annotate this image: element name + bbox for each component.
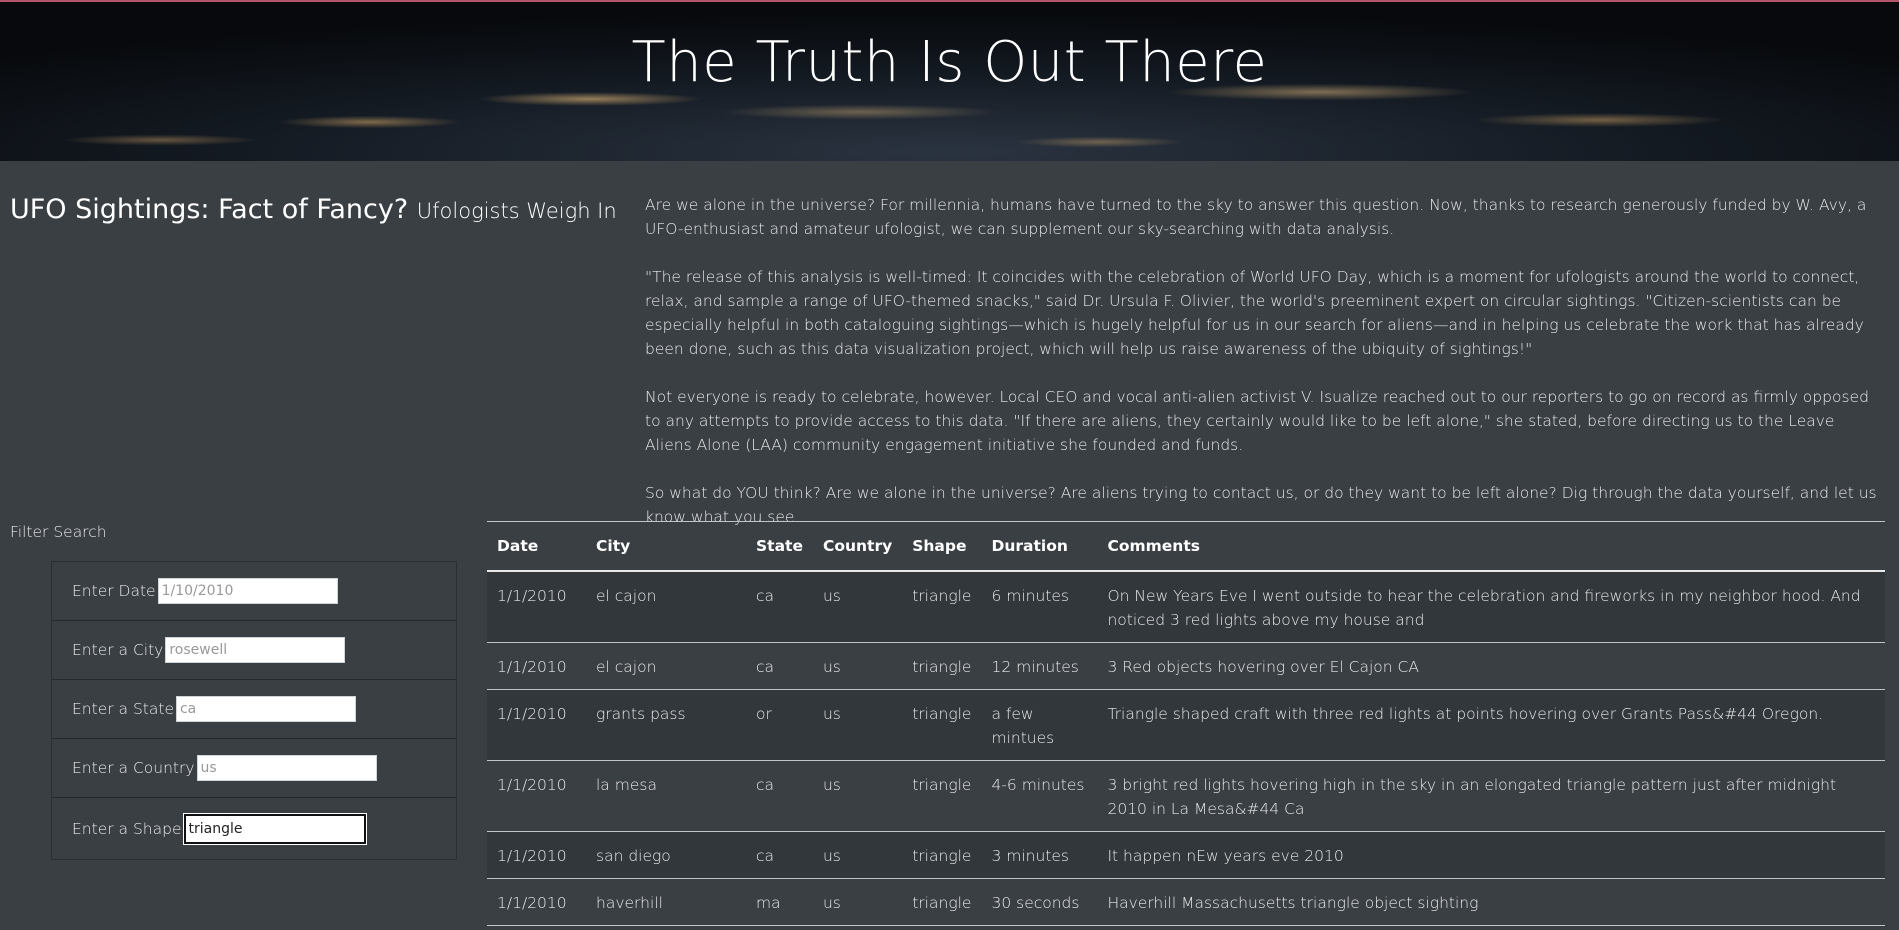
shape-label: Enter a Shape xyxy=(72,819,182,838)
cell-country: us xyxy=(812,571,903,643)
cell-duration: 4-6 minutes xyxy=(981,760,1098,832)
country-label: Enter a Country xyxy=(72,759,195,777)
filter-item-shape: Enter a Shape xyxy=(52,798,456,859)
cell-shape: triangle xyxy=(902,642,982,690)
date-input[interactable] xyxy=(157,578,338,604)
cell-state: ca xyxy=(746,571,813,643)
city-input[interactable] xyxy=(165,637,346,663)
cell-state: ca xyxy=(746,642,813,690)
cell-comments: Haverhill Massachusetts triangle object … xyxy=(1097,878,1885,926)
cell-comments: It happen nEw years eve 2010 xyxy=(1097,831,1885,879)
cell-duration: 12 minutes xyxy=(981,642,1098,690)
cell-comments: Triangle shaped craft with three red lig… xyxy=(1097,689,1885,761)
state-label: Enter a State xyxy=(72,700,174,718)
cell-comments: On New Years Eve I went outside to hear … xyxy=(1097,571,1885,643)
shape-input[interactable] xyxy=(183,813,366,844)
table-row: 1/1/2010 haverhill ma us triangle 30 sec… xyxy=(487,878,1885,926)
article-paragraph: Are we alone in the universe? For millen… xyxy=(645,196,1867,238)
cell-state: ma xyxy=(746,878,813,926)
cell-shape: triangle xyxy=(902,571,982,643)
country-input[interactable] xyxy=(196,755,377,781)
cell-state: ca xyxy=(746,831,813,879)
page-subtitle: Ufologists Weigh In xyxy=(416,199,617,223)
table-row: 1/1/2010 grants pass or us triangle a fe… xyxy=(487,689,1885,761)
cell-duration: 6 minutes xyxy=(981,571,1098,643)
hero-banner: The Truth Is Out There xyxy=(0,0,1899,161)
cell-duration: 30 seconds xyxy=(981,878,1098,926)
filter-item-city: Enter a City xyxy=(52,621,456,680)
cell-country: us xyxy=(812,642,903,690)
cell-country: us xyxy=(812,831,903,879)
table-row: 1/1/2010 el cajon ca us triangle 6 minut… xyxy=(487,571,1885,643)
page: The Truth Is Out There UFO Sightings: Fa… xyxy=(0,0,1899,930)
cell-date: 1/1/2010 xyxy=(487,689,586,761)
cell-state: or xyxy=(746,689,813,761)
cell-shape: triangle xyxy=(902,689,982,761)
column-header-country[interactable]: Country xyxy=(812,521,903,572)
filter-item-country: Enter a Country xyxy=(52,739,456,798)
cell-date: 1/1/2010 xyxy=(487,878,586,926)
cell-shape: triangle xyxy=(902,878,982,926)
filter-item-date: Enter Date xyxy=(52,562,456,621)
article-paragraph: "The release of this analysis is well-ti… xyxy=(645,268,1864,358)
article-paragraph: Not everyone is ready to celebrate, howe… xyxy=(645,388,1869,454)
city-label: Enter a City xyxy=(72,641,164,659)
cell-city: san diego xyxy=(586,831,746,879)
cell-duration: a few mintues xyxy=(981,689,1098,761)
cell-country: us xyxy=(812,878,903,926)
cell-shape: triangle xyxy=(902,831,982,879)
cell-country: us xyxy=(812,760,903,832)
cell-date: 1/1/2010 xyxy=(487,571,586,643)
cell-date: 1/1/2010 xyxy=(487,760,586,832)
cell-state: ca xyxy=(746,760,813,832)
hero-title: The Truth Is Out There xyxy=(631,30,1268,95)
article: Are we alone in the universe? For millen… xyxy=(645,193,1885,553)
column-header-date[interactable]: Date xyxy=(487,521,586,572)
cell-city: el cajon xyxy=(586,642,746,690)
column-header-comments[interactable]: Comments xyxy=(1097,521,1885,572)
table-header-row: Date City State Country Shape Duration C… xyxy=(487,521,1885,572)
cell-duration: 3 minutes xyxy=(981,831,1098,879)
cell-city: grants pass xyxy=(586,689,746,761)
date-label: Enter Date xyxy=(72,582,156,600)
cell-country: us xyxy=(812,689,903,761)
table-row: 1/1/2010 el cajon ca us triangle 12 minu… xyxy=(487,642,1885,690)
cell-shape: triangle xyxy=(902,760,982,832)
column-header-shape[interactable]: Shape xyxy=(902,521,982,572)
ufo-sightings-table: Date City State Country Shape Duration C… xyxy=(487,521,1885,926)
cell-date: 1/1/2010 xyxy=(487,831,586,879)
cell-city: haverhill xyxy=(586,878,746,926)
cell-date: 1/1/2010 xyxy=(487,642,586,690)
cell-comments: 3 Red objects hovering over El Cajon CA xyxy=(1097,642,1885,690)
filter-item-state: Enter a State xyxy=(52,680,456,739)
page-heading: UFO Sightings: Fact of Fancy? Ufologists… xyxy=(10,194,617,225)
page-title: UFO Sightings: Fact of Fancy? xyxy=(10,194,409,225)
column-header-state[interactable]: State xyxy=(746,521,813,572)
cell-comments: 3 bright red lights hovering high in the… xyxy=(1097,760,1885,832)
column-header-duration[interactable]: Duration xyxy=(981,521,1098,572)
filter-search-title: Filter Search xyxy=(10,523,107,541)
cell-city: la mesa xyxy=(586,760,746,832)
filter-list: Enter Date Enter a City Enter a State En… xyxy=(51,561,457,860)
state-input[interactable] xyxy=(175,696,356,722)
column-header-city[interactable]: City xyxy=(586,521,746,572)
cell-city: el cajon xyxy=(586,571,746,643)
table-row: 1/1/2010 san diego ca us triangle 3 minu… xyxy=(487,831,1885,879)
table-row: 1/1/2010 la mesa ca us triangle 4-6 minu… xyxy=(487,760,1885,832)
